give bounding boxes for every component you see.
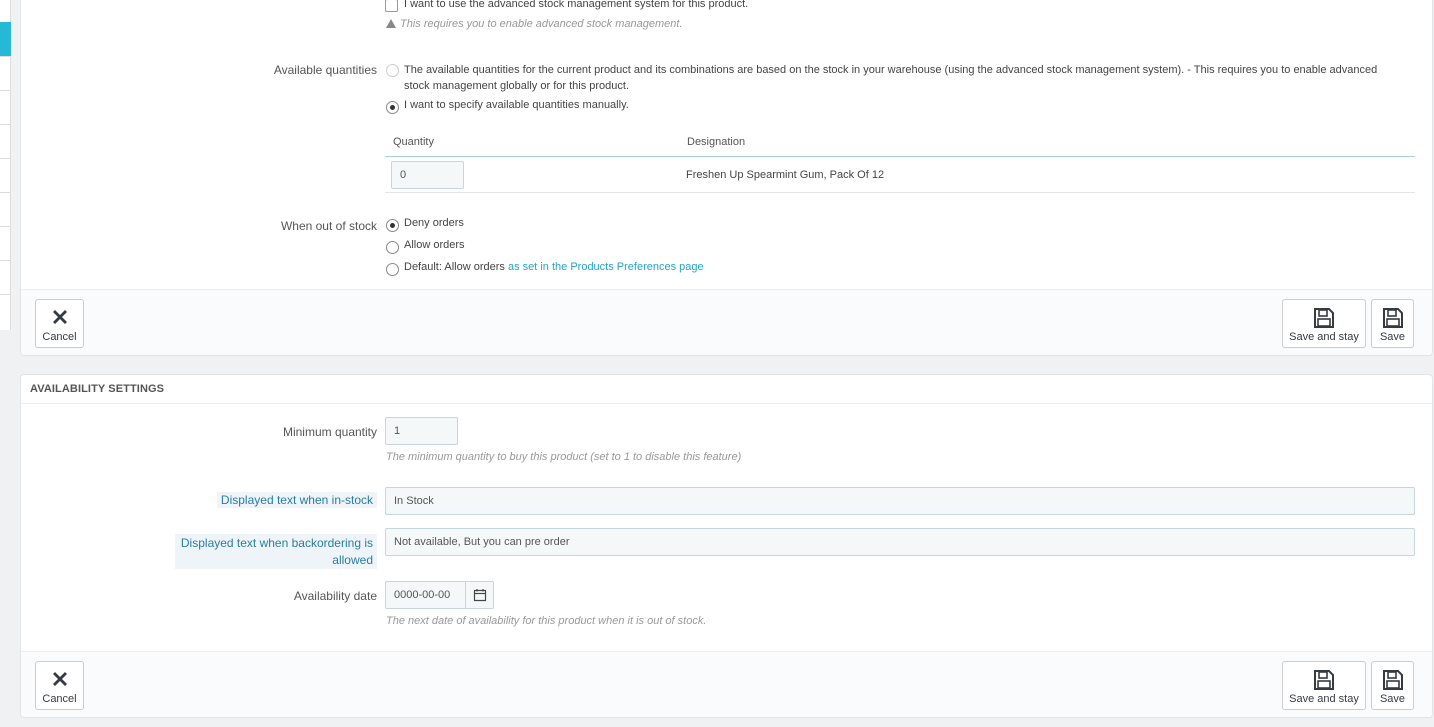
out-of-stock-label: When out of stock — [280, 219, 377, 233]
min-qty-label: Minimum quantity — [282, 425, 377, 439]
cancel-button-label: Cancel — [42, 331, 77, 343]
products-preferences-link[interactable]: as set in the Products Preferences page — [508, 261, 704, 273]
manual-option-text: I want to specify available quantities m… — [404, 99, 629, 111]
calendar-button[interactable] — [466, 581, 494, 609]
radio-default-orders[interactable] — [386, 263, 399, 276]
radio-manual-quantities[interactable] — [386, 101, 399, 114]
radio-deny-orders[interactable] — [386, 219, 399, 232]
availability-date-help: The next date of availability for this p… — [386, 615, 707, 627]
availability-date-input[interactable]: 0000-00-00 — [385, 581, 466, 609]
panel-footer: Cancel Save and stay Save — [21, 651, 1432, 717]
table-row-divider — [385, 192, 1415, 193]
sidebar-divider — [0, 158, 11, 159]
calendar-icon — [473, 589, 486, 602]
save-button[interactable]: Save — [1371, 661, 1414, 710]
backorder-label[interactable]: Displayed text when backordering is allo… — [175, 534, 377, 569]
save-button-label: Save — [1379, 331, 1406, 343]
warning-icon — [386, 19, 396, 28]
radio-allow-orders[interactable] — [386, 241, 399, 254]
close-icon — [52, 672, 67, 686]
advanced-stock-checkbox[interactable] — [385, 0, 398, 12]
close-icon — [52, 310, 67, 324]
designation-cell: Freshen Up Spearmint Gum, Pack Of 12 — [686, 169, 885, 181]
panel-footer: Cancel Save and stay Save — [21, 289, 1432, 355]
quantity-input[interactable]: 0 — [391, 161, 464, 189]
floppy-disk-icon — [1382, 308, 1403, 328]
sidebar-divider — [0, 124, 11, 125]
min-qty-input[interactable]: 1 — [385, 417, 458, 445]
radio-warehouse-quantities[interactable] — [386, 64, 399, 77]
deny-orders-label: Deny orders — [404, 217, 464, 229]
availability-heading: AVAILABILITY SETTINGS — [21, 375, 1432, 404]
min-qty-help: The minimum quantity to buy this product… — [386, 451, 742, 463]
backorder-label-wrap: Displayed text when backordering is allo… — [175, 534, 377, 569]
sidebar-divider — [0, 90, 11, 91]
availability-date-label: Availability date — [293, 589, 377, 603]
in-stock-label-wrap: Displayed text when in-stock — [21, 492, 377, 509]
warehouse-option-line1: The available quantities for the current… — [404, 64, 1378, 76]
save-and-stay-label: Save and stay — [1289, 693, 1359, 705]
advanced-stock-warning-text: This requires you to enable advanced sto… — [400, 18, 683, 30]
left-sidebar — [0, 0, 11, 330]
sidebar-divider — [0, 226, 11, 227]
floppy-disk-icon — [1314, 308, 1334, 328]
col-designation-header: Designation — [687, 136, 746, 148]
cancel-button[interactable]: Cancel — [35, 299, 84, 348]
backorder-text-input[interactable]: Not available, But you can pre order — [385, 528, 1415, 556]
default-orders-label: Default: Allow orders as set in the Prod… — [404, 261, 704, 273]
backorder-label-line1: Displayed text when backordering is — [180, 536, 373, 550]
save-and-stay-button[interactable]: Save and stay — [1282, 299, 1366, 348]
warehouse-option-line2: stock management globally or for this pr… — [404, 80, 630, 92]
default-orders-prefix: Default: Allow orders — [404, 261, 505, 273]
floppy-disk-icon — [1314, 670, 1334, 690]
sidebar-divider — [0, 56, 11, 57]
cancel-button-label: Cancel — [42, 693, 77, 705]
allow-orders-label: Allow orders — [404, 239, 465, 251]
sidebar-active-item[interactable] — [0, 22, 11, 56]
cancel-button[interactable]: Cancel — [35, 661, 84, 710]
sidebar-divider — [0, 192, 11, 193]
in-stock-label[interactable]: Displayed text when in-stock — [216, 492, 377, 508]
quantities-panel: I want to use the advanced stock managem… — [20, 0, 1433, 356]
save-and-stay-label: Save and stay — [1289, 331, 1359, 343]
sidebar-divider — [0, 294, 11, 295]
availability-panel: AVAILABILITY SETTINGS Minimum quantity 1… — [20, 374, 1433, 718]
advanced-stock-warning: This requires you to enable advanced sto… — [386, 18, 683, 30]
col-quantity-header: Quantity — [393, 136, 434, 148]
advanced-stock-checkbox-label: I want to use the advanced stock managem… — [404, 0, 749, 10]
table-header-divider — [385, 156, 1415, 157]
save-and-stay-button[interactable]: Save and stay — [1282, 661, 1366, 710]
backorder-label-line2: allowed — [332, 553, 373, 567]
save-button-label: Save — [1379, 693, 1406, 705]
floppy-disk-icon — [1382, 670, 1403, 690]
sidebar-divider — [0, 260, 11, 261]
available-quantities-label: Available quantities — [273, 63, 377, 77]
save-button[interactable]: Save — [1371, 299, 1414, 348]
warehouse-option-text: The available quantities for the current… — [404, 62, 1424, 94]
in-stock-text-input[interactable]: In Stock — [385, 487, 1415, 515]
